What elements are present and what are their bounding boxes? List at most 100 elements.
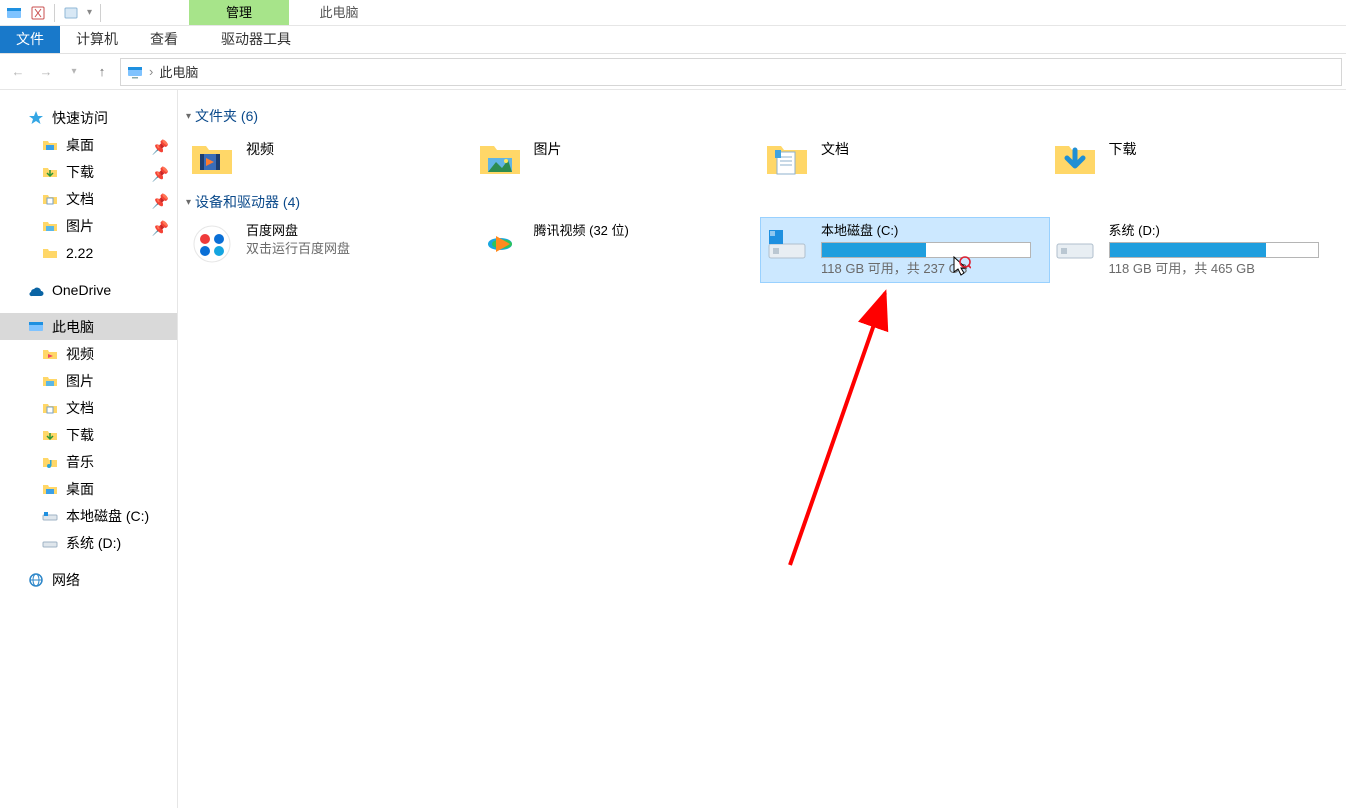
qat-dropdown-icon[interactable]: ▾ [87, 7, 92, 18]
drive-subtext: 双击运行百度网盘 [246, 240, 466, 258]
folder-item-videos[interactable]: 视频 [186, 132, 474, 184]
nav-back-button[interactable]: ← [4, 58, 32, 86]
drive-freespace-text: 118 GB 可用，共 237 GB [821, 260, 1041, 278]
nav-up-button[interactable]: ↑ [88, 58, 116, 86]
ribbon-tab-view[interactable]: 查看 [134, 26, 194, 53]
sidebar-item-documents-pc[interactable]: 文档 [0, 394, 177, 421]
sidebar-label: 图片 [66, 216, 94, 236]
star-icon [28, 110, 44, 126]
sidebar-item-videos[interactable]: 视频 [0, 340, 177, 367]
sidebar-label: 此电脑 [52, 317, 94, 337]
ribbon-context-tab-mgmt[interactable]: 管理 [189, 0, 289, 25]
capacity-bar [821, 242, 1031, 258]
content-pane: ▾ 文件夹 (6) 视频 图片 文档 [178, 90, 1346, 808]
group-header-drives[interactable]: ▾ 设备和驱动器 (4) [186, 192, 1336, 212]
sidebar-label: 快速访问 [52, 108, 108, 128]
sidebar-item-documents[interactable]: 文档 📌 [0, 185, 177, 212]
sidebar-label: 文档 [66, 189, 94, 209]
sidebar-label: 音乐 [66, 452, 94, 472]
sidebar-label: 2.22 [66, 245, 93, 261]
ribbon-context-label: 管理 [226, 5, 252, 20]
sidebar-item-downloads[interactable]: 下载 📌 [0, 158, 177, 185]
capacity-bar [1109, 242, 1319, 258]
group-header-drives-label: 设备和驱动器 (4) [195, 192, 300, 212]
sidebar-label: OneDrive [52, 282, 111, 298]
folder-label: 视频 [246, 141, 274, 157]
explorer-icon [6, 5, 22, 21]
capacity-fill [1110, 243, 1266, 257]
folder-icon [42, 454, 58, 470]
folder-icon [42, 400, 58, 416]
folder-label: 下载 [1109, 141, 1137, 157]
sidebar-label: 桌面 [66, 135, 94, 155]
pin-icon: 📌 [152, 166, 169, 183]
sidebar-item-this-pc[interactable]: 此电脑 [0, 313, 177, 340]
ribbon-tab-drive-tools-label: 驱动器工具 [221, 31, 291, 47]
ribbon-tab-file-label: 文件 [16, 31, 44, 47]
sidebar-item-quick-access[interactable]: 快速访问 [0, 104, 177, 131]
drive-item-tencent-video[interactable]: 腾讯视频 (32 位) [474, 218, 762, 282]
drive-name: 腾讯视频 (32 位) [534, 222, 754, 240]
title-bar: ▾ 管理 此电脑 [0, 0, 1346, 26]
sidebar-label: 系统 (D:) [66, 533, 121, 553]
sidebar-item-folder-222[interactable]: 2.22 [0, 239, 177, 266]
folder-icon [42, 164, 58, 180]
sidebar-item-music[interactable]: 音乐 [0, 448, 177, 475]
sidebar-item-pictures-pc[interactable]: 图片 [0, 367, 177, 394]
folder-item-downloads[interactable]: 下载 [1049, 132, 1337, 184]
sidebar-label: 文档 [66, 398, 94, 418]
chevron-down-icon: ▾ [186, 197, 191, 208]
drive-icon [42, 508, 58, 524]
sidebar-item-downloads-pc[interactable]: 下载 [0, 421, 177, 448]
ribbon-tab-drive-tools[interactable]: 驱动器工具 [206, 26, 306, 53]
folder-icon [42, 191, 58, 207]
folder-documents-icon [765, 136, 809, 180]
group-header-folders[interactable]: ▾ 文件夹 (6) [186, 106, 1336, 126]
pin-icon: 📌 [152, 139, 169, 156]
pin-icon: 📌 [152, 220, 169, 237]
breadcrumb-sep: › [149, 64, 153, 79]
nav-sidebar: 快速访问 桌面 📌 下载 📌 文档 📌 图片 📌 2.22 [0, 90, 178, 808]
drive-item-baidu[interactable]: 百度网盘 双击运行百度网盘 [186, 218, 474, 282]
ribbon-tab-file[interactable]: 文件 [0, 26, 60, 53]
sidebar-item-onedrive[interactable]: OneDrive [0, 276, 177, 303]
folder-downloads-icon [1053, 136, 1097, 180]
chevron-down-icon: ▾ [186, 111, 191, 122]
qat-separator [54, 4, 55, 22]
drive-icon [765, 222, 809, 266]
sidebar-item-network[interactable]: 网络 [0, 566, 177, 593]
properties-icon[interactable] [30, 5, 46, 21]
nav-history-dropdown[interactable]: ▾ [60, 58, 88, 86]
drive-name: 本地磁盘 (C:) [821, 222, 1041, 240]
qat-separator-2 [100, 4, 101, 22]
baidu-netdisk-icon [190, 222, 234, 266]
onedrive-icon [28, 282, 44, 298]
folder-item-documents[interactable]: 文档 [761, 132, 1049, 184]
sidebar-label: 本地磁盘 (C:) [66, 506, 149, 526]
drive-freespace-text: 118 GB 可用，共 465 GB [1109, 260, 1329, 278]
network-icon [28, 572, 44, 588]
sidebar-item-desktop-pc[interactable]: 桌面 [0, 475, 177, 502]
quick-access-toolbar: ▾ [0, 0, 107, 25]
drive-item-local-c[interactable]: 本地磁盘 (C:) 118 GB 可用，共 237 GB [761, 218, 1049, 282]
sidebar-label: 下载 [66, 425, 94, 445]
folder-videos-icon [190, 136, 234, 180]
folder-label: 图片 [534, 141, 562, 157]
sidebar-item-pictures[interactable]: 图片 📌 [0, 212, 177, 239]
breadcrumb-this-pc[interactable]: 此电脑 [159, 62, 198, 81]
drive-name: 系统 (D:) [1109, 222, 1329, 240]
address-bar[interactable]: › 此电脑 [120, 58, 1342, 86]
sidebar-item-system-d[interactable]: 系统 (D:) [0, 529, 177, 556]
drive-item-system-d[interactable]: 系统 (D:) 118 GB 可用，共 465 GB [1049, 218, 1337, 282]
folder-icon [42, 481, 58, 497]
sidebar-item-desktop[interactable]: 桌面 📌 [0, 131, 177, 158]
nav-forward-button[interactable]: → [32, 58, 60, 86]
ribbon-tab-computer-label: 计算机 [76, 31, 118, 47]
folder-pictures-icon [478, 136, 522, 180]
this-pc-icon [127, 64, 143, 80]
ribbon-tab-computer[interactable]: 计算机 [60, 26, 134, 53]
title-bar-title: 此电脑 [289, 0, 389, 25]
sidebar-item-local-c[interactable]: 本地磁盘 (C:) [0, 502, 177, 529]
window-title-text: 此电脑 [320, 5, 359, 20]
folder-item-pictures[interactable]: 图片 [474, 132, 762, 184]
